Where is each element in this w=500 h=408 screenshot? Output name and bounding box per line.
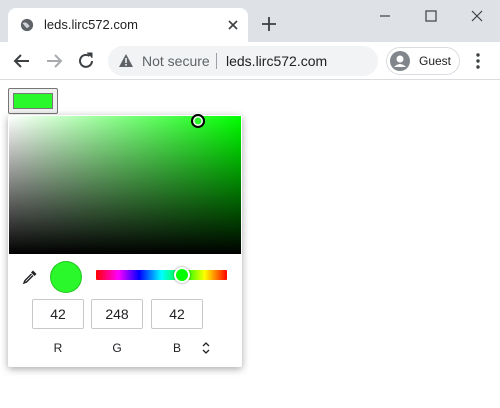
url-text[interactable]: leds.lirc572.com (226, 53, 327, 69)
address-bar[interactable]: Not secure leds.lirc572.com (108, 46, 378, 76)
green-channel-input[interactable] (91, 299, 143, 329)
person-icon (390, 51, 410, 71)
hue-slider[interactable] (96, 270, 227, 280)
close-icon[interactable] (462, 6, 492, 26)
blue-channel-label: B (172, 341, 181, 355)
arrow-left-icon[interactable] (12, 51, 32, 71)
maximize-icon[interactable] (416, 6, 446, 26)
tab-title: leds.lirc572.com (44, 17, 138, 32)
color-preview (50, 261, 82, 293)
close-tab-icon[interactable] (226, 18, 240, 32)
saturation-value-area[interactable] (9, 116, 241, 254)
color-picker-popup: R G B (8, 114, 242, 367)
hue-slider-handle[interactable] (174, 267, 190, 283)
green-channel-label: G (112, 341, 122, 355)
red-channel-label: R (53, 341, 63, 355)
plus-icon[interactable] (260, 15, 278, 33)
kebab-menu-icon[interactable] (470, 51, 486, 71)
omnibox-divider (216, 53, 217, 69)
color-input[interactable] (8, 88, 58, 114)
tab-strip: leds.lirc572.com (0, 0, 500, 42)
globe-icon (20, 18, 34, 32)
minimize-icon[interactable] (370, 6, 400, 26)
red-channel-input[interactable] (32, 299, 84, 329)
warning-icon[interactable] (118, 53, 134, 69)
browser-toolbar: Not secure leds.lirc572.com Guest (0, 42, 500, 80)
eyedropper-icon[interactable] (22, 269, 38, 285)
security-status[interactable]: Not secure (142, 53, 210, 69)
browser-tab[interactable]: leds.lirc572.com (8, 8, 248, 42)
profile-button[interactable]: Guest (386, 47, 460, 75)
saturation-value-handle[interactable] (191, 114, 205, 128)
profile-label: Guest (419, 54, 452, 68)
blue-channel-input[interactable] (151, 299, 203, 329)
up-down-arrows-icon[interactable] (201, 341, 211, 355)
color-input-swatch (13, 93, 53, 109)
reload-icon[interactable] (76, 51, 96, 71)
arrow-right-icon[interactable] (44, 51, 64, 71)
